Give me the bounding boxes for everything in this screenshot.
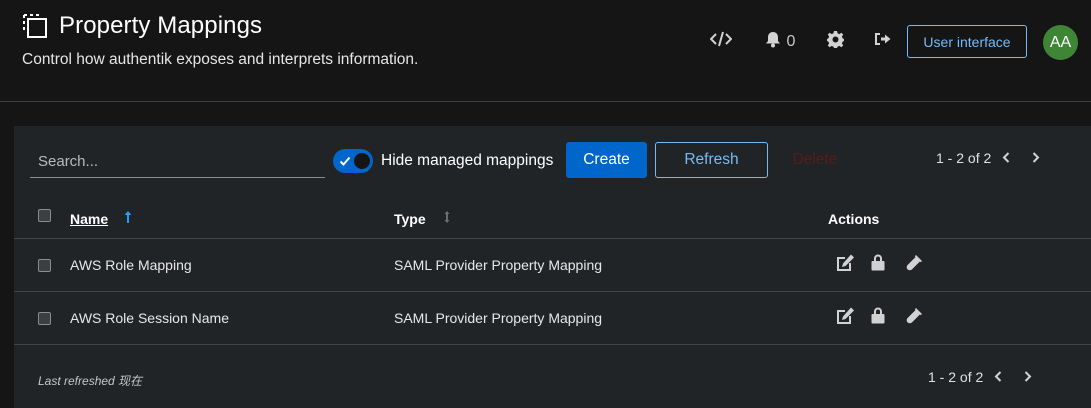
row-checkbox[interactable] xyxy=(38,259,51,272)
pagination-range: 1 - 2 of 2 xyxy=(936,150,992,166)
row-actions xyxy=(836,307,941,329)
edit-icon xyxy=(836,254,855,276)
column-header-name[interactable]: Name xyxy=(70,211,108,227)
pagination-top: 1 - 2 of 2 xyxy=(936,150,1051,166)
pagination-range: 1 - 2 of 2 xyxy=(928,369,984,385)
sort-ascending-icon[interactable] xyxy=(124,210,132,229)
table-header: Name Type Actions xyxy=(14,198,1091,239)
permissions-button[interactable] xyxy=(871,307,906,329)
settings-button[interactable] xyxy=(825,25,845,58)
edit-button[interactable] xyxy=(836,254,871,276)
title-row: Property Mappings xyxy=(22,12,262,40)
chevron-right-icon xyxy=(1032,150,1040,166)
gear-icon xyxy=(826,30,844,53)
edit-button[interactable] xyxy=(836,307,871,329)
delete-button[interactable]: Delete xyxy=(776,142,854,178)
next-page-button[interactable] xyxy=(1013,369,1043,385)
create-button[interactable]: Create xyxy=(566,142,647,178)
vial-icon xyxy=(906,307,923,329)
row-checkbox[interactable] xyxy=(38,312,51,325)
test-button[interactable] xyxy=(906,308,941,328)
hide-managed-label: Hide managed mappings xyxy=(381,152,554,169)
select-all-checkbox[interactable] xyxy=(38,209,51,222)
chevron-left-icon xyxy=(994,369,1002,385)
toggle-knob xyxy=(354,153,370,169)
hide-managed-toggle-group: Hide managed mappings xyxy=(333,148,553,174)
sign-out-icon xyxy=(874,32,891,51)
sort-icon[interactable] xyxy=(443,210,451,229)
property-mappings-card: Hide managed mappings Create Refresh Del… xyxy=(14,126,1091,408)
notifications-button[interactable]: 0 xyxy=(760,25,800,58)
lock-icon xyxy=(871,307,885,329)
permissions-button[interactable] xyxy=(871,254,906,276)
page-title: Property Mappings xyxy=(59,12,263,39)
chevron-left-icon xyxy=(1002,150,1010,166)
column-header-type[interactable]: Type xyxy=(394,211,426,227)
table-row: AWS Role Session Name SAML Provider Prop… xyxy=(14,292,1091,345)
pagination-bottom: 1 - 2 of 2 xyxy=(928,369,1043,385)
chevron-right-icon xyxy=(1024,369,1032,385)
dashed-square-icon xyxy=(22,13,48,39)
user-interface-button[interactable]: User interface xyxy=(907,25,1027,58)
row-name: AWS Role Session Name xyxy=(70,310,229,326)
table-row: AWS Role Mapping SAML Provider Property … xyxy=(14,239,1091,292)
api-drawer-button[interactable] xyxy=(708,25,734,58)
column-header-actions: Actions xyxy=(828,211,880,227)
previous-page-button[interactable] xyxy=(991,150,1021,166)
check-icon xyxy=(339,154,351,172)
row-type: SAML Provider Property Mapping xyxy=(394,310,603,326)
row-type: SAML Provider Property Mapping xyxy=(394,257,603,273)
lock-icon xyxy=(871,254,885,276)
next-page-button[interactable] xyxy=(1021,150,1051,166)
test-button[interactable] xyxy=(906,255,941,275)
vial-icon xyxy=(906,254,923,276)
page-description: Control how authentik exposes and interp… xyxy=(22,51,419,68)
edit-icon xyxy=(836,307,855,329)
code-icon xyxy=(709,31,733,52)
notifications-count: 0 xyxy=(786,32,796,50)
row-name: AWS Role Mapping xyxy=(70,257,192,273)
logout-button[interactable] xyxy=(872,25,892,58)
previous-page-button[interactable] xyxy=(983,369,1013,385)
refresh-button[interactable]: Refresh xyxy=(655,142,768,178)
bell-icon xyxy=(765,31,781,53)
search-input[interactable] xyxy=(30,145,325,178)
last-refreshed: Last refreshed 现在 xyxy=(38,374,143,388)
row-actions xyxy=(836,254,941,276)
page-header: Property Mappings Control how authentik … xyxy=(0,0,1091,102)
avatar[interactable]: AA xyxy=(1043,25,1078,60)
hide-managed-toggle[interactable] xyxy=(333,149,373,173)
